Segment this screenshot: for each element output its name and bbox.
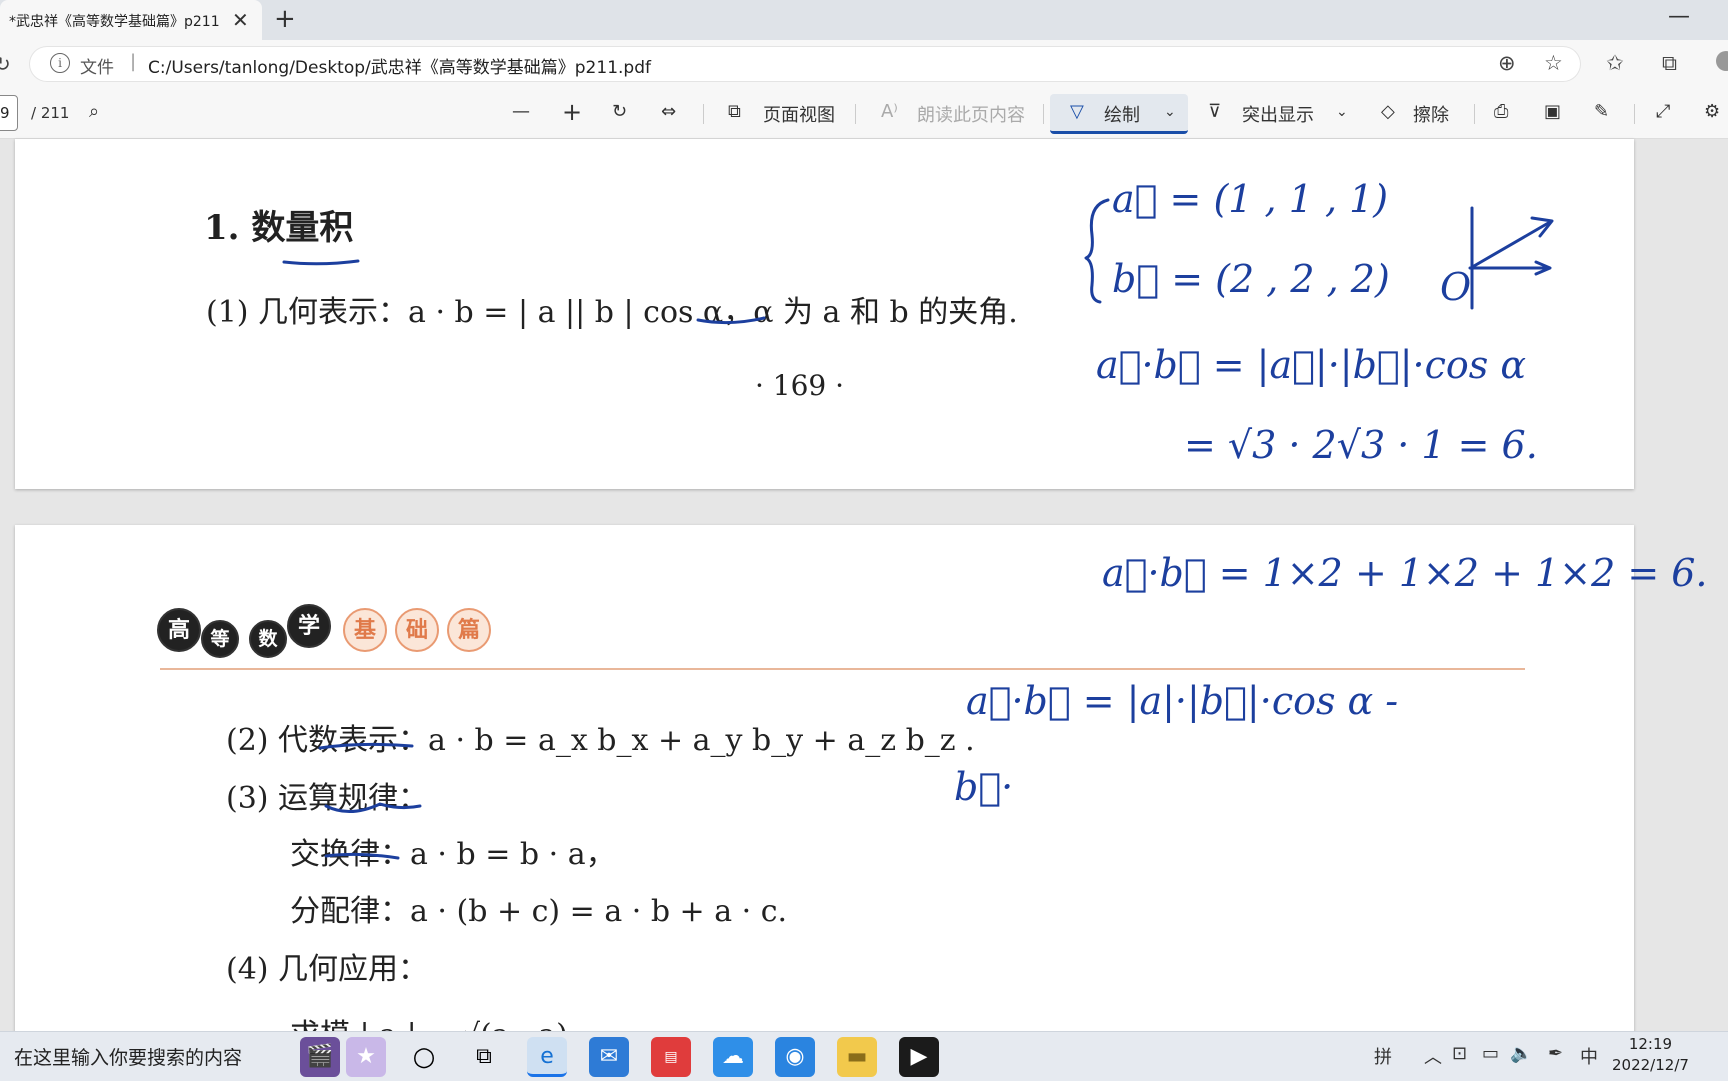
draw-chevron-icon[interactable]: ⌄	[1164, 104, 1176, 120]
show-hidden-icons-icon[interactable]: ︿	[1424, 1043, 1442, 1069]
save-as-icon[interactable]: ✎	[1594, 101, 1609, 122]
task-view-icon[interactable]: ⧉	[464, 1037, 504, 1077]
address-scheme-label: 文件	[80, 58, 114, 78]
distributive-law: 分配律：a · (b + c) = a · b + a · c.	[290, 894, 788, 929]
clock[interactable]: 12:19 2022/12/7	[1612, 1034, 1689, 1076]
highlighter-icon: ⊽	[1208, 101, 1222, 122]
collections-icon[interactable]: ⧉	[1662, 51, 1677, 76]
refresh-icon[interactable]: ↻	[0, 52, 11, 76]
banner-char: 等	[201, 620, 239, 658]
toolbar-divider	[1043, 104, 1044, 124]
network-icon[interactable]: ⊡	[1452, 1043, 1467, 1064]
toolbar-divider	[1634, 104, 1635, 124]
highlight-chevron-icon[interactable]: ⌄	[1336, 104, 1348, 120]
cortana-icon[interactable]: ○	[404, 1037, 444, 1077]
mail-icon[interactable]: ✉	[589, 1037, 629, 1077]
pen-icon: ▽	[1070, 101, 1084, 122]
toolbar-divider	[703, 104, 704, 124]
search-icon[interactable]: ⌕	[89, 101, 99, 122]
add-favorite-icon[interactable]: ☆	[1544, 51, 1563, 75]
read-aloud-icon: A⁾	[881, 101, 898, 122]
new-tab-icon[interactable]: +	[274, 4, 296, 34]
browser-icon[interactable]: ◉	[775, 1037, 815, 1077]
page-total: / 211	[31, 104, 70, 122]
banner-char: 学	[287, 604, 331, 648]
pdf-toolbar	[0, 88, 1728, 139]
save-icon[interactable]: ▣	[1544, 101, 1561, 122]
favorites-icon[interactable]: ✩	[1606, 51, 1624, 75]
fit-width-icon[interactable]: ⇔	[661, 101, 676, 122]
geometric-representation: (1) 几何表示：a · b = | a || b | cos α，α 为 a …	[206, 295, 1018, 330]
ime-language[interactable]: 中	[1580, 1043, 1598, 1069]
recorder-icon[interactable]: ▶	[899, 1037, 939, 1077]
clock-date: 2022/12/7	[1612, 1056, 1689, 1074]
algebraic-representation: (2) 代数表示：a · b = a_x b_x + a_y b_y + a_z…	[226, 723, 975, 758]
highlight-button[interactable]: 突出显示	[1242, 101, 1314, 127]
zoom-icon[interactable]: ⊕	[1498, 51, 1516, 75]
draw-label: 绘制	[1104, 105, 1140, 126]
section-heading: 1. 数量积	[204, 200, 353, 249]
page-view-button[interactable]: 页面视图	[763, 101, 835, 127]
file-explorer-icon[interactable]: ▬	[837, 1037, 877, 1077]
fullscreen-icon[interactable]: ⤢	[1656, 101, 1670, 122]
zoom-in-icon[interactable]: +	[562, 98, 582, 126]
geometric-applications-title: (4) 几何应用：	[226, 952, 429, 987]
section-title: 数量积	[251, 208, 354, 248]
app-store-icon[interactable]: ▤	[651, 1037, 691, 1077]
banner-rule	[160, 668, 1525, 670]
cloud-icon[interactable]: ☁	[713, 1037, 753, 1077]
clock-time: 12:19	[1628, 1035, 1673, 1053]
info-icon[interactable]: i	[50, 53, 70, 73]
page-current: 9	[0, 104, 10, 122]
banner-char: 基	[343, 608, 387, 652]
close-tab-icon[interactable]: ✕	[232, 8, 249, 32]
page-view-icon: ⧉	[728, 101, 741, 122]
banner-char: 础	[395, 608, 439, 652]
notes-icon[interactable]: ★	[346, 1037, 386, 1077]
tab-title: *武忠祥《高等数学基础篇》p211	[9, 14, 220, 30]
battery-icon[interactable]: ▭	[1482, 1043, 1499, 1064]
taskbar-search[interactable]: 在这里输入你要搜索的内容	[14, 1043, 242, 1070]
banner-char: 篇	[447, 608, 491, 652]
edge-icon[interactable]: e	[527, 1037, 567, 1077]
address-divider: |	[130, 51, 137, 72]
toolbar-divider	[855, 104, 856, 124]
clapper-icon[interactable]: 🎬	[300, 1037, 340, 1077]
settings-icon[interactable]: ⚙	[1704, 101, 1720, 122]
page-number: · 169 ·	[755, 369, 845, 402]
minimize-icon[interactable]: —	[1668, 4, 1690, 29]
operation-laws-title: (3) 运算规律：	[226, 781, 429, 816]
ime-mode[interactable]: 拼	[1374, 1043, 1392, 1069]
pen-workspace-icon[interactable]: ✒	[1548, 1043, 1563, 1064]
rotate-icon[interactable]: ↻	[612, 101, 627, 122]
banner-char: 数	[249, 620, 287, 658]
commutative-law: 交换律：a · b = b · a，	[290, 837, 616, 872]
banner-char: 高	[157, 608, 201, 652]
volume-icon[interactable]: 🔈	[1510, 1043, 1532, 1064]
url-text[interactable]: C:/Users/tanlong/Desktop/武忠祥《高等数学基础篇》p21…	[148, 53, 651, 78]
section-number: 1.	[204, 208, 240, 248]
eraser-icon: ◇	[1381, 101, 1395, 122]
erase-button[interactable]: 擦除	[1413, 101, 1449, 127]
zoom-out-icon[interactable]: —	[512, 101, 530, 122]
toolbar-divider	[1474, 104, 1475, 124]
print-icon[interactable]: ⎙	[1494, 101, 1508, 122]
read-aloud-button[interactable]: 朗读此页内容	[917, 101, 1025, 127]
